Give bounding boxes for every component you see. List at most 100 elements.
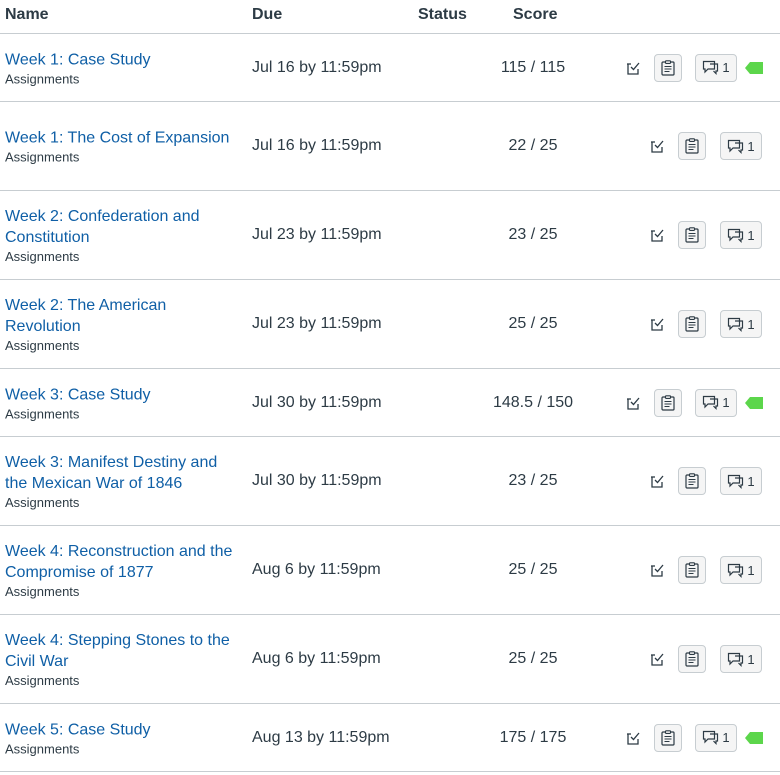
assignment-link[interactable]: Week 2: The American Revolution [5,295,240,337]
assignment-link[interactable]: Week 3: Case Study [5,384,240,405]
rubric-icon [685,473,699,489]
comments-button[interactable]: 1 [720,221,762,249]
assignment-type: Assignments [5,71,80,86]
flag-icon [745,396,763,410]
assignment-name-cell: Week 2: The American Revolution Assignmen… [5,295,240,353]
what-if-score-icon[interactable] [624,58,644,78]
header-status: Status [418,6,467,23]
header-score: Score [513,6,558,23]
what-if-score-icon[interactable] [624,728,644,748]
assignment-link[interactable]: Week 4: Stepping Stones to the Civil War [5,630,240,672]
score-value: 175 / 175 [499,728,567,746]
assignment-link[interactable]: Week 1: The Cost of Expansion [5,128,240,149]
due-date: Jul 16 by 11:59pm [252,58,382,76]
comment-count: 1 [722,60,730,75]
assignment-type: Assignments [5,406,80,421]
comments-icon [727,652,744,667]
score-value: 148.5 / 150 [492,393,574,411]
assignment-name-cell: Week 3: Case Study Assignments [5,384,240,421]
what-if-score-icon[interactable] [648,560,668,580]
what-if-score-icon[interactable] [648,314,668,334]
comment-count: 1 [747,562,755,578]
comments-icon [727,474,744,489]
rubric-icon [661,59,675,76]
table-row: Week 4: Stepping Stones to the Civil War… [0,615,780,704]
rubric-button[interactable] [678,645,706,673]
comment-count: 1 [747,227,755,243]
table-body: Week 1: Case Study Assignments Jul 16 by 1… [0,34,780,772]
due-date: Aug 6 by 11:59pm [252,650,381,667]
assignment-name-cell: Week 5: Case Study Assignments [5,719,240,756]
assignment-type: Assignments [5,673,80,688]
comment-count: 1 [747,316,755,332]
comments-icon [727,563,744,578]
due-date: Aug 6 by 11:59pm [252,561,381,578]
score-value: 25 / 25 [508,561,558,578]
rubric-button[interactable] [678,310,706,338]
due-date: Jul 30 by 11:59pm [252,472,382,489]
assignment-name-cell: Week 1: The Cost of Expansion Assignments [5,128,240,165]
comments-button[interactable]: 1 [695,723,737,752]
assignment-type: Assignments [5,584,80,599]
assignment-type: Assignments [5,495,80,510]
assignment-name-cell: Week 2: Confederation and Constitution As… [5,206,240,264]
rubric-icon [661,394,675,411]
rubric-button[interactable] [654,723,682,752]
comments-icon [727,228,744,243]
assignment-link[interactable]: Week 5: Case Study [5,719,240,740]
comments-button[interactable]: 1 [695,53,737,82]
rubric-icon [685,316,699,332]
rubric-button[interactable] [678,467,706,495]
comment-count: 1 [747,473,755,489]
table-row: Week 3: Case Study Assignments Jul 30 by 1… [0,369,780,437]
comments-icon [702,60,719,75]
assignment-link[interactable]: Week 2: Confederation and Constitution [5,206,240,248]
assignment-name-cell: Week 1: Case Study Assignments [5,49,240,86]
rubric-button[interactable] [654,388,682,417]
assignment-name-cell: Week 4: Reconstruction and the Compromis… [5,541,240,599]
assignment-link[interactable]: Week 1: Case Study [5,49,240,70]
what-if-score-icon[interactable] [648,225,668,245]
table-header: Name Due Status Score [0,0,780,34]
rubric-icon [685,562,699,578]
flag-icon [745,61,763,75]
comments-button[interactable]: 1 [720,310,762,338]
assignment-link[interactable]: Week 3: Manifest Destiny and the Mexican… [5,452,240,494]
score-value: 115 / 115 [500,58,566,76]
rubric-button[interactable] [654,53,682,82]
what-if-score-icon[interactable] [648,649,668,669]
rubric-button[interactable] [678,221,706,249]
score-value: 22 / 25 [508,137,558,154]
what-if-score-icon[interactable] [648,471,668,491]
due-date: Jul 23 by 11:59pm [252,226,382,243]
due-date: Aug 13 by 11:59pm [252,728,390,746]
flag-icon [745,731,763,745]
score-value: 23 / 25 [508,226,558,243]
due-date: Jul 23 by 11:59pm [252,315,382,332]
comment-count: 1 [722,395,730,410]
assignment-type: Assignments [5,149,80,165]
what-if-score-icon[interactable] [648,136,668,156]
rubric-icon [661,729,675,746]
assignment-name-cell: Week 3: Manifest Destiny and the Mexican… [5,452,240,510]
comments-button[interactable]: 1 [720,467,762,495]
due-date: Jul 16 by 11:59pm [252,137,382,154]
rubric-button[interactable] [678,132,706,160]
comments-button[interactable]: 1 [720,556,762,584]
assignment-type: Assignments [5,249,80,264]
assignment-link[interactable]: Week 4: Reconstruction and the Compromis… [5,541,240,583]
due-date: Jul 30 by 11:59pm [252,393,382,411]
comment-count: 1 [722,730,730,745]
score-value: 23 / 25 [508,472,558,489]
what-if-score-icon[interactable] [624,393,644,413]
rubric-button[interactable] [678,556,706,584]
comment-count: 1 [747,138,755,154]
table-row: Week 3: Manifest Destiny and the Mexican… [0,437,780,526]
table-row: Week 5: Case Study Assignments Aug 13 by 1… [0,704,780,772]
comments-button[interactable]: 1 [720,645,762,673]
score-value: 25 / 25 [508,315,558,332]
comments-button[interactable]: 1 [695,388,737,417]
header-name: Name [5,6,49,23]
comments-button[interactable]: 1 [720,132,762,160]
comments-icon [702,730,719,745]
